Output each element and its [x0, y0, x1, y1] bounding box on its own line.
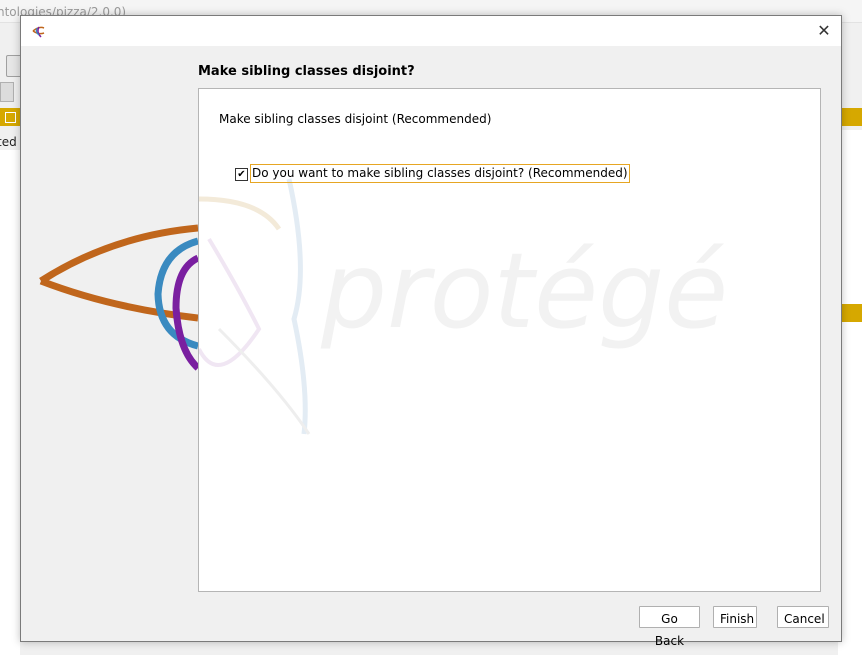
- disjoint-checkbox[interactable]: ✔: [235, 168, 248, 181]
- wizard-content-panel: protégé Make sibling classes disjoint (R…: [198, 88, 821, 592]
- watermark-text: protégé: [320, 230, 728, 352]
- wizard-page-heading: Make sibling classes disjoint?: [198, 64, 415, 79]
- dialog-titlebar: ✕: [21, 16, 841, 46]
- checkmark-icon: ✔: [237, 169, 246, 180]
- cancel-button[interactable]: Cancel: [777, 606, 829, 628]
- go-back-button[interactable]: Go Back: [639, 606, 700, 648]
- background-panel-icon: [5, 112, 16, 123]
- wizard-dialog: ✕ Make sibling classes disjoint? protégé…: [20, 15, 842, 648]
- background-panel-left: [0, 150, 20, 655]
- finish-button[interactable]: Finish: [713, 606, 757, 628]
- close-icon[interactable]: ✕: [813, 20, 835, 42]
- background-tab[interactable]: [0, 82, 14, 102]
- protege-logo-graphic: [21, 46, 198, 641]
- background-partial-text: ted: [0, 135, 17, 149]
- wizard-description: Make sibling classes disjoint (Recommend…: [219, 112, 492, 126]
- protege-logo-icon: [32, 26, 45, 38]
- disjoint-checkbox-label[interactable]: Do you want to make sibling classes disj…: [250, 164, 630, 183]
